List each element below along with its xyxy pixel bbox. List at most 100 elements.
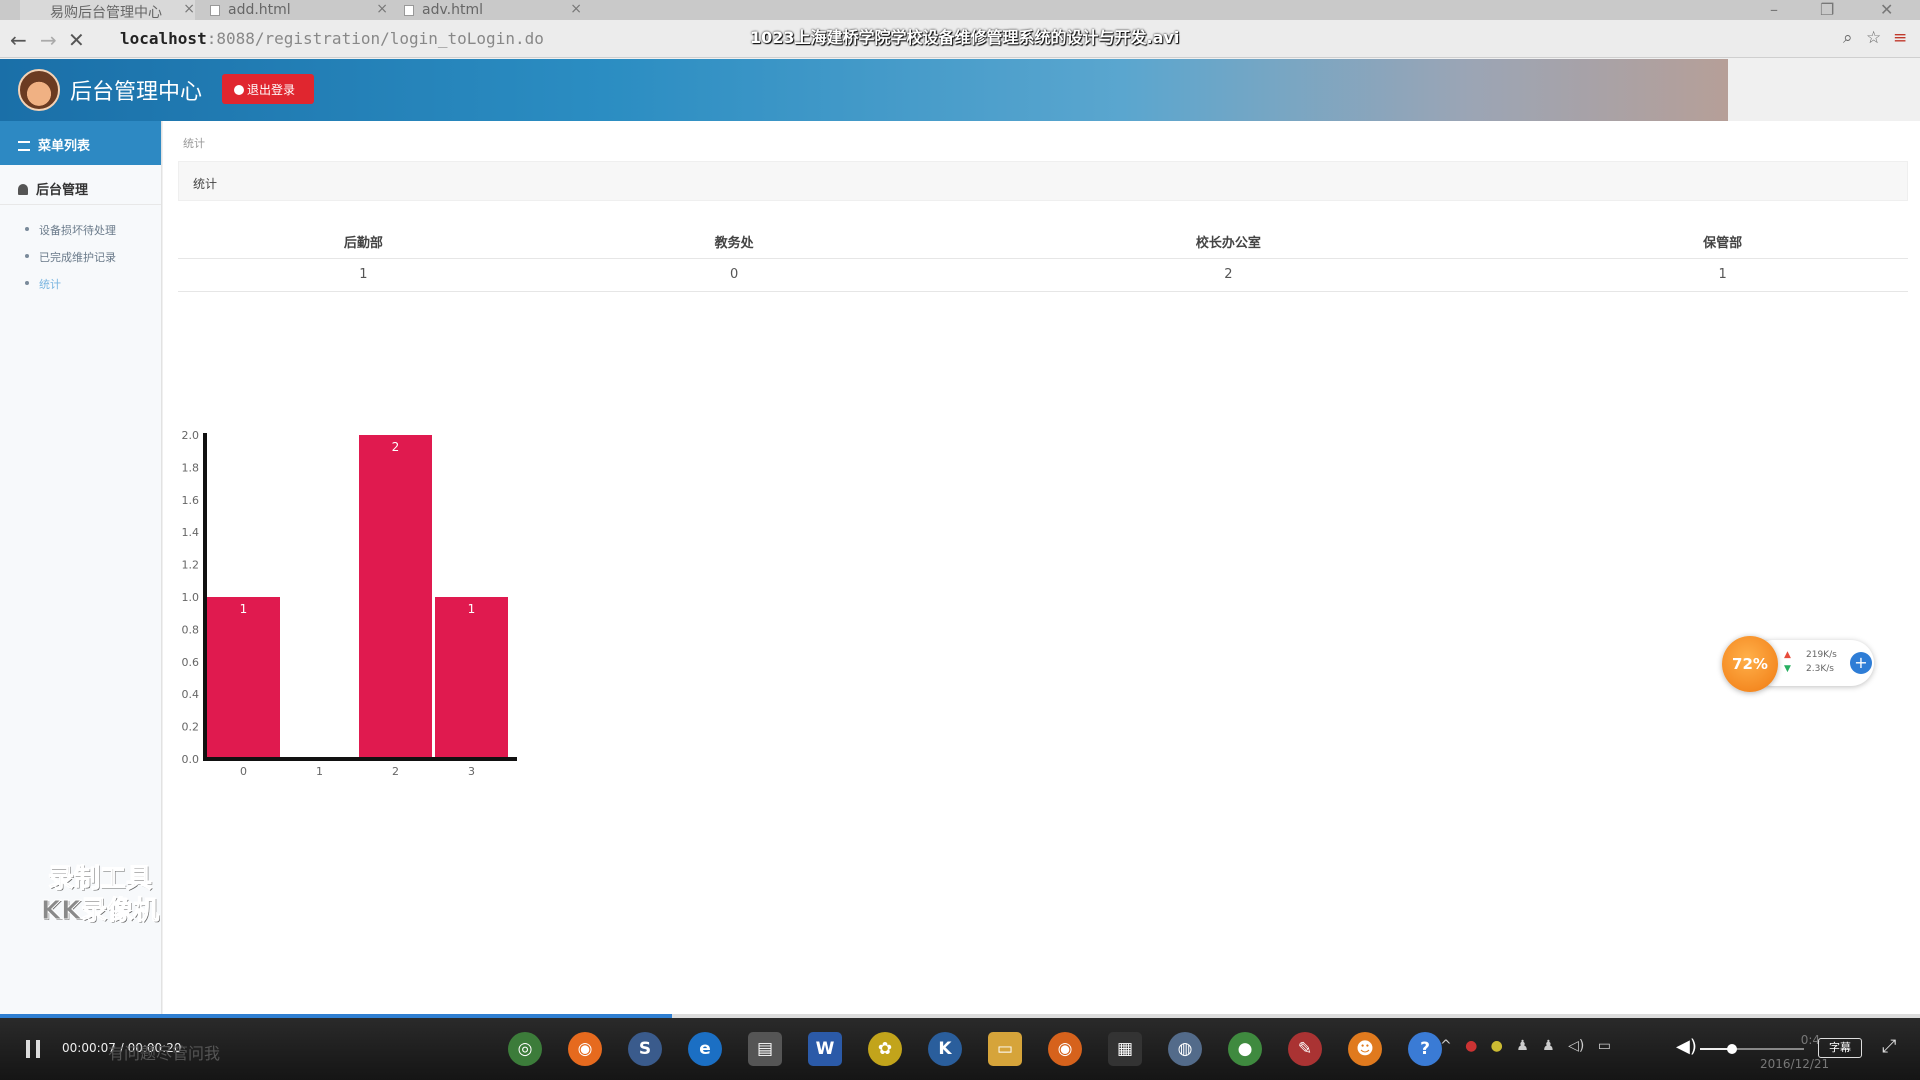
y-tick-label: 0.0 [182,753,200,766]
bar-chart: 0.0 0.2 0.4 0.6 0.8 1.0 1.2 1.4 1.6 1.8 2.0 1 0 1 2 2 1… [182,429,517,778]
sidebar-item-label: 统计 [39,278,61,291]
paint-icon[interactable]: ✎ [1288,1032,1322,1066]
sidebar-item-statistics[interactable]: 统计 [0,267,161,294]
pause-button[interactable] [20,1036,46,1062]
forward-icon[interactable]: → [40,28,57,52]
watermark-line: 录制工具 [47,864,152,895]
x-tick-label: 0 [240,765,247,778]
store-icon[interactable]: ▤ [748,1032,782,1066]
firefox-alt-icon[interactable]: ◉ [1048,1032,1082,1066]
people-icon[interactable]: ♟ [1516,1038,1529,1054]
table-header: 教务处 [548,225,920,259]
media-app-icon[interactable]: ☻ [1348,1032,1382,1066]
volume-knob[interactable] [1727,1044,1738,1054]
fullscreen-icon[interactable]: ⤢ [1882,1036,1896,1057]
app-icon[interactable]: ✿ [868,1032,902,1066]
leaf-app-icon[interactable]: ● [1228,1032,1262,1066]
tray-app-icon[interactable]: ● [1491,1038,1503,1054]
k-app-icon[interactable]: K [928,1032,962,1066]
bullet-icon [25,227,29,231]
memory-percent[interactable]: 72% [1722,636,1778,692]
network-speed-widget[interactable]: ▲ ▼ 219K/s 2.3K/s + 72% [1722,636,1878,692]
chart-bar [435,597,508,759]
table-header: 校长办公室 [919,225,1538,259]
volume-icon[interactable]: ◀) [1676,1036,1697,1057]
chart-bar [207,597,280,759]
close-window-icon[interactable]: ✕ [1880,0,1893,19]
browser-tab-2[interactable]: add.html × [198,0,388,20]
sidebar-section[interactable]: 后台管理 [0,165,161,205]
x-tick-label: 3 [468,765,475,778]
sidebar-item-label: 已完成维护记录 [39,251,116,264]
minimize-icon[interactable]: – [1770,0,1778,19]
logout-button[interactable]: 退出登录 [222,74,314,104]
list-icon [18,141,30,151]
clock: 0:4 2016/12/21 [1760,1028,1829,1076]
y-tick-label: 1.0 [182,591,200,604]
y-tick-label: 1.8 [182,461,200,474]
recorder-watermark: 录制工具 KK录像机 [30,863,170,927]
network-icon[interactable]: ◍ [1168,1032,1202,1066]
browser-icon[interactable]: S [628,1032,662,1066]
battery-icon[interactable]: ▭ [1598,1038,1611,1054]
restore-icon[interactable]: ❐ [1820,0,1834,19]
tab-label: adv.html [422,2,484,18]
speaker-tray-icon[interactable]: ◁) [1568,1038,1584,1054]
player-bar: 00:00:07 / 00:00:20 有问题尽管问我 ◎ ◉ S e ▤ W … [0,1018,1920,1080]
taskbar-search-placeholder[interactable]: 有问题尽管问我 [108,1040,220,1064]
table-cell: 2 [919,258,1538,292]
y-tick-label: 0.8 [182,623,200,636]
x-tick-label: 2 [392,765,399,778]
table-header: 保管部 [1537,225,1908,259]
antivirus-icon[interactable]: ● [1465,1038,1477,1054]
main-content: 统计 统计 后勤部 教务处 校长办公室 保管部 1 0 2 1 0.0 0.2 0.… [163,121,1920,1016]
panel-title: 统计 [178,161,1908,201]
terminal-icon[interactable]: ▦ [1108,1032,1142,1066]
subtitle-button[interactable]: 字幕 [1818,1038,1862,1058]
close-tab-icon[interactable]: × [376,1,388,17]
clock-time: 0:4 [1800,1033,1820,1047]
close-tab-icon[interactable]: × [183,1,195,17]
word-icon[interactable]: W [808,1032,842,1066]
tab-label: 易购后台管理中心 [50,5,162,21]
edge-icon[interactable]: e [688,1032,722,1066]
close-tab-icon[interactable]: × [570,1,582,17]
browser-tab-bar: 易购后台管理中心 × add.html × adv.html × – ❐ ✕ [0,0,1920,21]
chevron-up-icon[interactable]: ^ [1440,1038,1452,1054]
y-tick-label: 1.2 [182,559,200,572]
sidebar-item-pending-repairs[interactable]: 设备损坏待处理 [0,213,161,240]
chart-bar [359,435,432,759]
table-header: 后勤部 [178,225,549,259]
download-rate: 2.3K/s [1806,664,1834,674]
people-icon[interactable]: ♟ [1542,1038,1555,1054]
y-tick-label: 0.6 [182,656,200,669]
stats-table: 后勤部 教务处 校长办公室 保管部 1 0 2 1 [178,225,1908,292]
table-row: 1 0 2 1 [178,258,1908,292]
star-icon[interactable]: ☆ [1866,28,1881,48]
avatar [18,69,60,111]
y-tick-label: 1.6 [182,494,200,507]
bar-value-label: 1 [240,602,248,616]
chrome-icon[interactable]: ◎ [508,1032,542,1066]
search-icon[interactable]: ⌕ [1843,28,1853,48]
menu-title: 菜单列表 [38,139,91,154]
logout-label: 退出登录 [247,83,296,97]
folder-icon[interactable]: ▭ [988,1032,1022,1066]
sidebar-item-completed-records[interactable]: 已完成维护记录 [0,240,161,267]
breadcrumb: 统计 [183,137,205,150]
stop-icon[interactable]: ✕ [68,28,85,52]
page-icon [210,5,220,16]
upload-rate: 219K/s [1806,650,1837,660]
back-icon[interactable]: ← [10,28,27,52]
tab-label: add.html [228,2,291,18]
firefox-icon[interactable]: ◉ [568,1032,602,1066]
help-icon[interactable]: ? [1408,1032,1442,1066]
y-tick-label: 1.4 [182,526,200,539]
add-icon[interactable]: + [1850,652,1872,674]
bullet-icon [25,281,29,285]
bar-value-label: 2 [392,440,400,454]
browser-tab-1[interactable]: 易购后台管理中心 × [20,0,195,21]
browser-tab-3[interactable]: adv.html × [392,0,582,20]
menu-icon[interactable]: ≡ [1893,28,1907,48]
url-path: :8088/registration/login_toLogin.do [206,29,544,48]
